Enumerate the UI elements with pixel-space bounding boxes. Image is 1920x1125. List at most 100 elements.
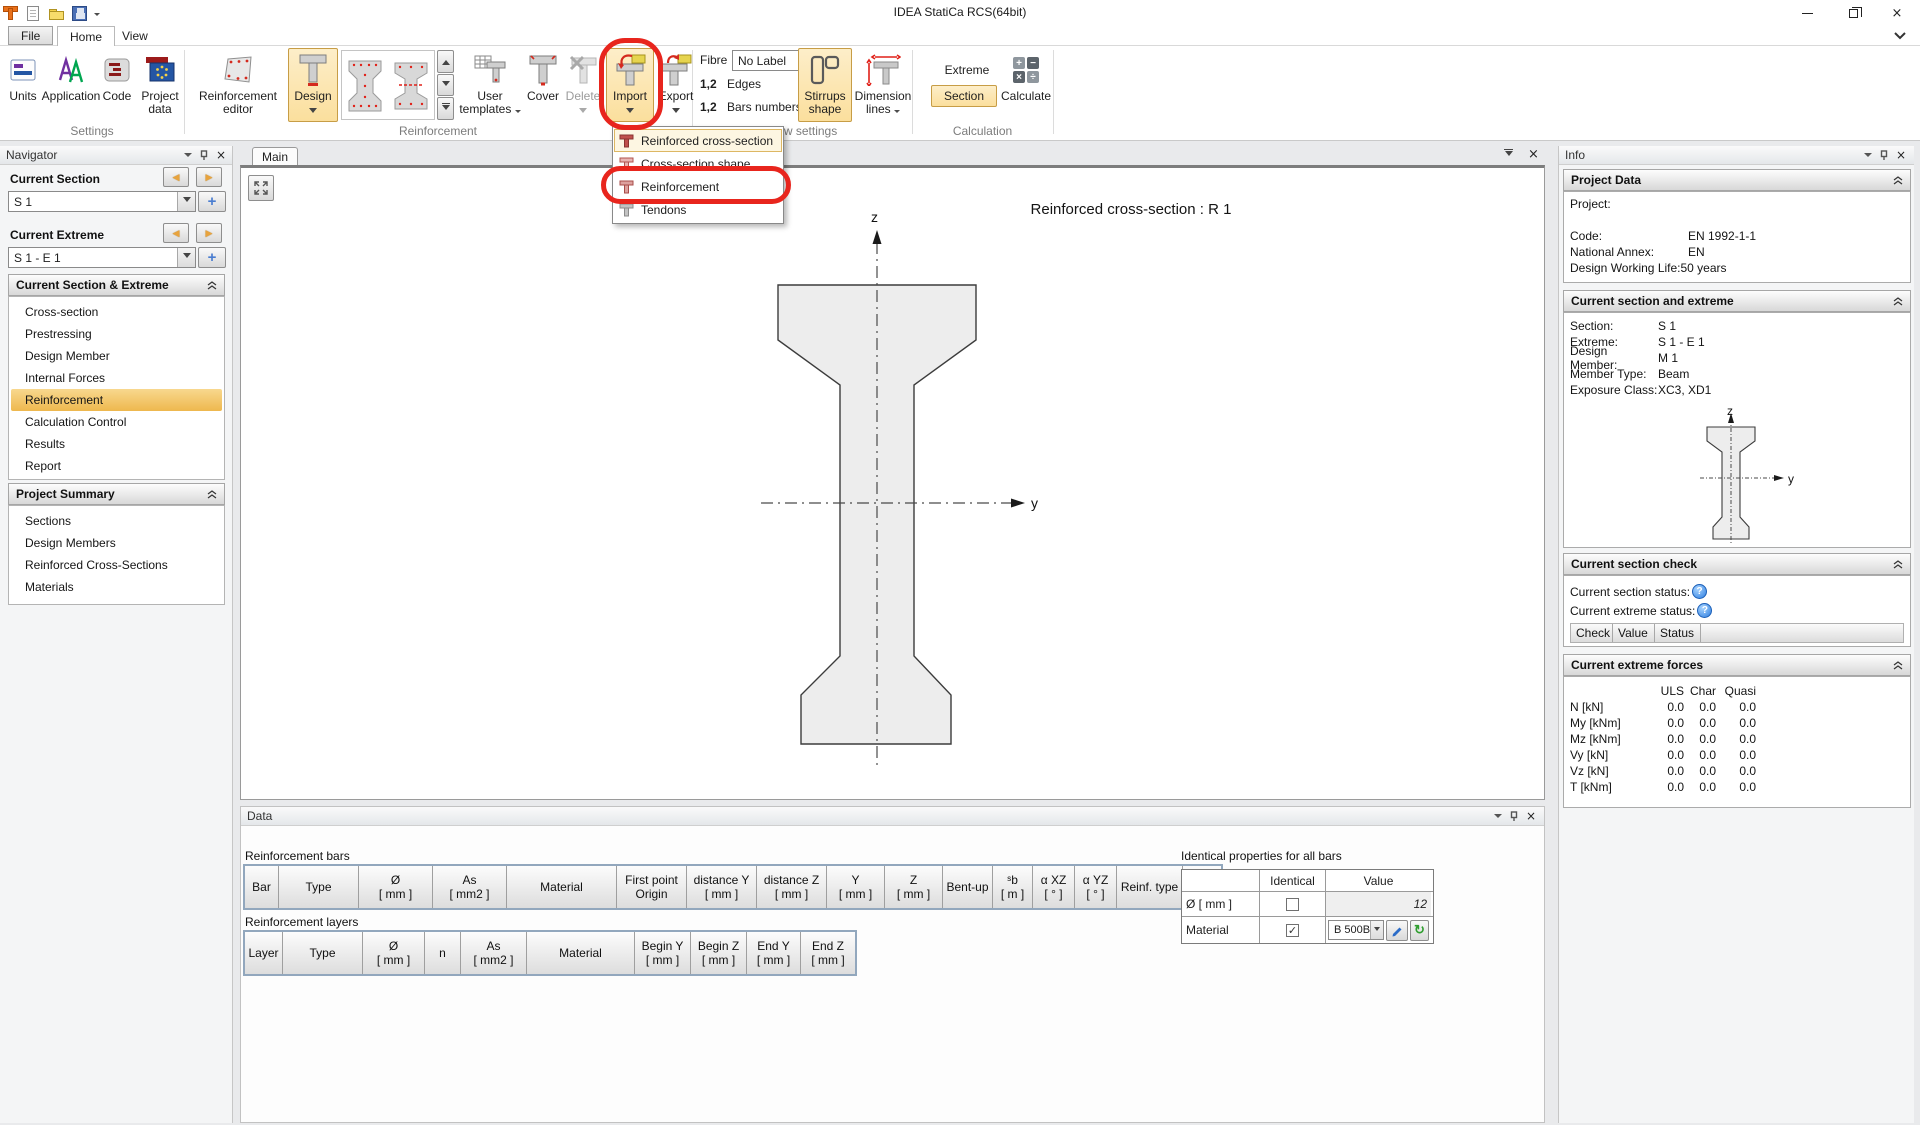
ribbon-collapse-icon[interactable] xyxy=(1894,32,1906,40)
data-panel: Data × Reinforcement bars BarTypeØ[ mm ]… xyxy=(240,806,1545,1123)
main-canvas[interactable]: Reinforced cross-section : R 1 z y xyxy=(240,165,1545,800)
reinforcement-layers-table[interactable]: LayerTypeØ[ mm ]nAs[ mm2 ]MaterialBegin … xyxy=(243,930,857,976)
nav-item-prestressing[interactable]: Prestressing xyxy=(9,323,224,345)
design-button[interactable]: Design xyxy=(288,48,338,122)
nav-item[interactable]: Materials xyxy=(9,576,224,598)
nav-item-calculation-control[interactable]: Calculation Control xyxy=(9,411,224,433)
design-gallery[interactable] xyxy=(341,50,435,120)
pin-icon[interactable] xyxy=(199,150,209,161)
quasi-column: Quasi xyxy=(1716,684,1756,698)
edges-label[interactable]: Edges xyxy=(727,77,761,91)
gallery-section-thumb[interactable] xyxy=(345,55,385,115)
prev-section-button[interactable]: ◀ xyxy=(163,167,189,187)
gallery-up-icon[interactable] xyxy=(437,50,454,73)
tab-home[interactable]: Home xyxy=(57,26,115,46)
current-section-combo[interactable]: S 1 xyxy=(8,191,196,212)
nav-item-cross-section[interactable]: Cross-section xyxy=(9,301,224,323)
prev-extreme-button[interactable]: ◀ xyxy=(163,223,189,243)
cover-button[interactable]: Cover xyxy=(524,48,562,122)
import-button[interactable]: Import xyxy=(606,48,654,122)
add-extreme-button[interactable]: + xyxy=(198,247,226,268)
gallery-section-thumb[interactable] xyxy=(391,55,431,115)
minimize-button[interactable] xyxy=(1786,0,1828,26)
nav-item-results[interactable]: Results xyxy=(9,433,224,455)
extreme-button[interactable]: Extreme xyxy=(935,63,999,77)
column-header: Bar xyxy=(245,866,279,908)
nav-item-report[interactable]: Report xyxy=(9,455,224,477)
close-button[interactable]: × xyxy=(1876,0,1918,26)
menu-item-cross-section-shape[interactable]: Cross-section shape xyxy=(614,152,782,175)
nav-item-design-member[interactable]: Design Member xyxy=(9,345,224,367)
tab-view[interactable]: View xyxy=(110,26,160,45)
dimension-lines-button[interactable]: Dimension lines xyxy=(854,48,912,122)
pin-icon[interactable] xyxy=(1509,811,1519,822)
gallery-down-icon[interactable] xyxy=(437,74,454,97)
section-extreme-group-header[interactable]: Current Section & Extreme xyxy=(8,274,225,296)
export-button[interactable]: Export xyxy=(656,48,696,122)
reinforcement-editor-button[interactable]: Reinforcement editor xyxy=(190,48,286,122)
refresh-material-button[interactable]: ↻ xyxy=(1410,920,1429,941)
window-title: IDEA StatiCa RCS(64bit) xyxy=(0,5,1920,19)
nav-item[interactable]: Reinforced Cross-Sections xyxy=(9,554,224,576)
current-section-check-header[interactable]: Current section check xyxy=(1563,553,1911,575)
group-separator xyxy=(184,50,185,134)
panel-menu-icon[interactable] xyxy=(1494,814,1502,818)
project-data-icon xyxy=(144,51,176,89)
panel-close-icon[interactable]: × xyxy=(216,148,226,162)
next-extreme-button[interactable]: ▶ xyxy=(196,223,222,243)
fibre-combo[interactable]: No Label xyxy=(732,50,802,71)
group-separator xyxy=(1053,50,1054,134)
restore-button[interactable] xyxy=(1832,0,1874,26)
menu-item-tendons[interactable]: Tendons xyxy=(614,198,782,221)
material-checkbox[interactable]: ✓ xyxy=(1286,924,1299,937)
bars-numbers-label[interactable]: Bars numbers xyxy=(727,100,802,114)
menu-item-reinforced-cross-section[interactable]: Reinforced cross-section xyxy=(614,129,782,152)
canvas-close-icon[interactable]: × xyxy=(1528,147,1539,162)
diameter-checkbox[interactable] xyxy=(1286,898,1299,911)
reinforcement-bars-table[interactable]: BarTypeØ[ mm ]As[ mm2 ]MaterialFirst poi… xyxy=(243,864,1223,910)
project-data-header[interactable]: Project Data xyxy=(1563,169,1911,191)
current-section-extreme-header[interactable]: Current section and extreme xyxy=(1563,290,1911,312)
next-section-button[interactable]: ▶ xyxy=(196,167,222,187)
import-icon xyxy=(612,51,648,89)
panel-close-icon[interactable]: × xyxy=(1896,148,1906,162)
export-dropdown-icon xyxy=(672,108,680,117)
canvas-title: Reinforced cross-section : R 1 xyxy=(641,201,1621,218)
uls-column: ULS xyxy=(1648,684,1684,698)
nav-item[interactable]: Design Members xyxy=(9,532,224,554)
tab-file[interactable]: File xyxy=(8,26,53,45)
pin-icon[interactable] xyxy=(1879,150,1889,161)
stirrups-shape-button[interactable]: Stirrups shape xyxy=(798,48,852,122)
nav-item-reinforcement[interactable]: Reinforcement xyxy=(11,389,222,411)
help-icon[interactable]: ? xyxy=(1697,603,1712,618)
diameter-value[interactable]: 12 xyxy=(1325,892,1431,916)
section-extreme-list: Cross-section Prestressing Design Member… xyxy=(8,296,225,480)
exposure-class-label: Exposure Class: xyxy=(1570,383,1658,397)
section-button[interactable]: Section xyxy=(931,85,997,107)
edit-material-button[interactable] xyxy=(1386,920,1408,941)
calculate-button[interactable]: +−×÷ Calculate xyxy=(1000,48,1052,122)
nav-item[interactable]: Sections xyxy=(9,510,224,532)
tab-main[interactable]: Main xyxy=(252,147,298,165)
user-templates-button[interactable]: User templates xyxy=(458,48,522,122)
current-extreme-forces-header[interactable]: Current extreme forces xyxy=(1563,654,1911,676)
menu-item-reinforcement[interactable]: Reinforcement xyxy=(614,175,782,198)
import-dropdown-icon xyxy=(626,108,634,117)
units-button[interactable]: Units xyxy=(2,48,44,122)
navigator-panel: Navigator × Current Section ◀ ▶ S 1 + Cu… xyxy=(0,146,233,1123)
current-extreme-combo[interactable]: S 1 - E 1 xyxy=(8,247,196,268)
panel-close-icon[interactable]: × xyxy=(1526,809,1536,823)
column-header: distance Y[ mm ] xyxy=(687,866,757,908)
nav-item-internal-forces[interactable]: Internal Forces xyxy=(9,367,224,389)
panel-menu-icon[interactable] xyxy=(184,153,192,157)
gallery-more-icon[interactable] xyxy=(437,97,454,120)
project-data-button[interactable]: Project data xyxy=(136,48,184,122)
add-section-button[interactable]: + xyxy=(198,191,226,212)
material-combo[interactable]: B 500B xyxy=(1328,920,1384,940)
project-summary-group-header[interactable]: Project Summary xyxy=(8,483,225,505)
panel-menu-icon[interactable] xyxy=(1864,153,1872,157)
code-button[interactable]: Code xyxy=(98,48,136,122)
help-icon[interactable]: ? xyxy=(1692,584,1707,599)
dock-position-icon[interactable] xyxy=(1504,149,1513,160)
application-button[interactable]: Application xyxy=(45,48,97,122)
